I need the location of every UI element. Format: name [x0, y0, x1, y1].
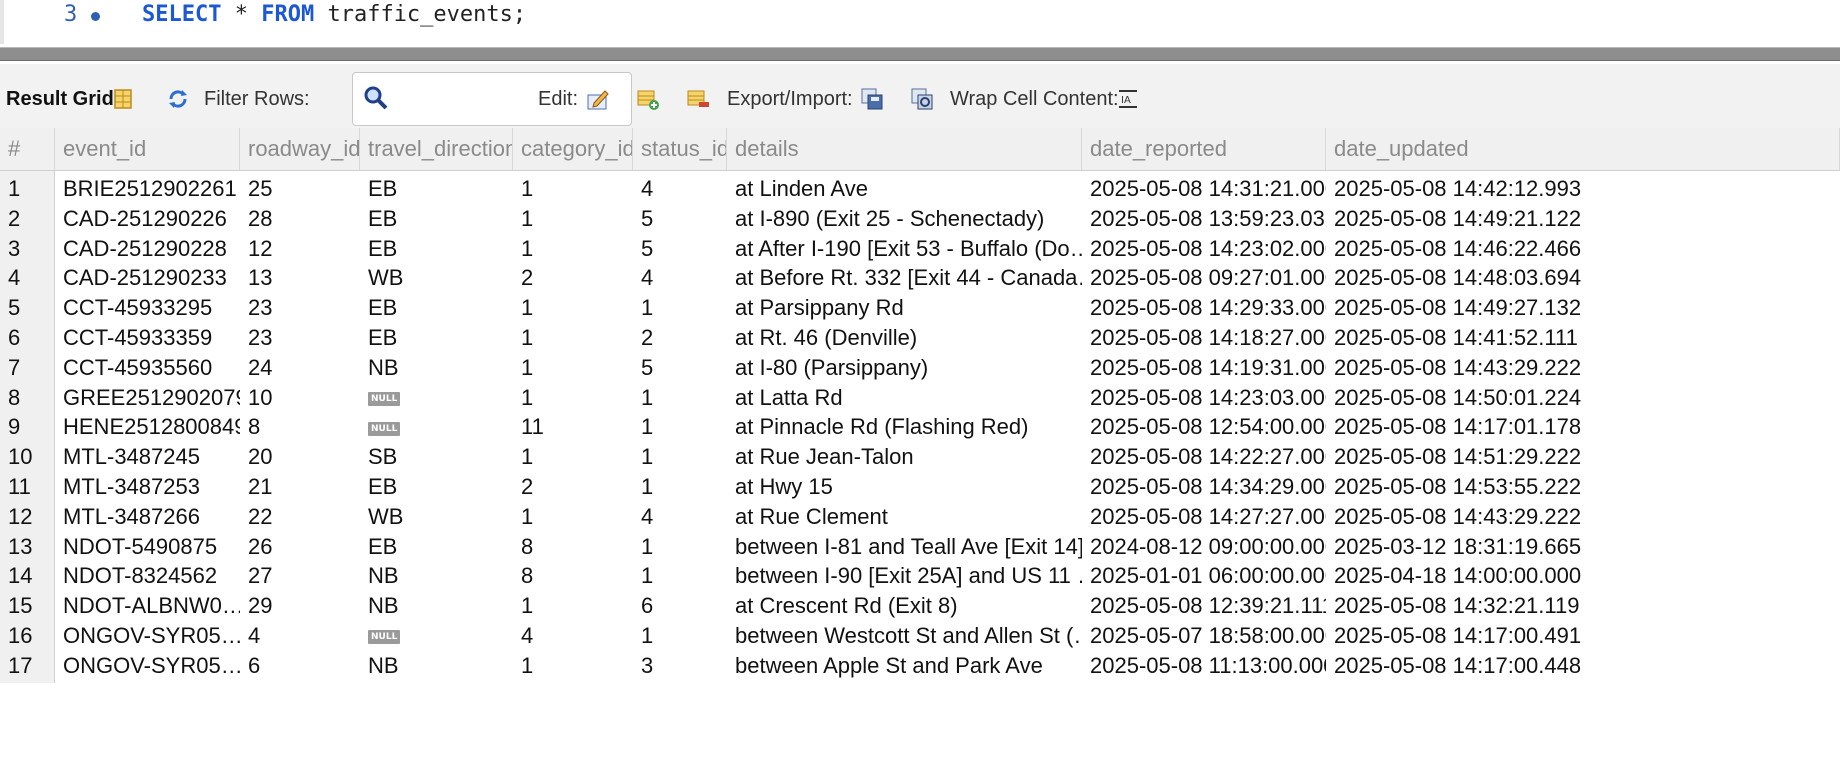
- cell-date-reported[interactable]: 2025-05-08 11:13:00.000: [1082, 648, 1326, 683]
- panel-splitter[interactable]: [0, 47, 1840, 61]
- cell-category-id[interactable]: 1: [513, 648, 633, 683]
- import-icon[interactable]: [910, 87, 934, 111]
- cell-roadway-id[interactable]: 6: [240, 648, 360, 683]
- export-import-label: Export/Import:: [727, 87, 853, 110]
- cell-date-updated[interactable]: 2025-05-08 14:17:00.448: [1326, 648, 1840, 683]
- cell-travel-direction[interactable]: NB: [360, 648, 513, 683]
- add-row-icon[interactable]: [636, 87, 660, 111]
- refresh-icon[interactable]: [166, 87, 190, 111]
- result-grid-header: # event_id roadway_id travel_direction categ…: [0, 128, 1840, 171]
- column-header-status-id[interactable]: status_id: [633, 128, 727, 170]
- wrap-text-icon[interactable]: IA: [1116, 87, 1140, 111]
- column-header-details[interactable]: details: [727, 128, 1082, 170]
- cell-details[interactable]: between Apple St and Park Ave: [727, 648, 1082, 683]
- wrap-cell-content-label: Wrap Cell Content:: [950, 87, 1119, 110]
- column-header-event-id[interactable]: event_id: [55, 128, 240, 170]
- sql-table-name: traffic_events;: [314, 2, 527, 27]
- cell-status-id[interactable]: 3: [633, 648, 727, 683]
- column-header-travel-direction[interactable]: travel_direction: [360, 128, 513, 170]
- column-header-date-reported[interactable]: date_reported: [1082, 128, 1326, 170]
- sql-statement[interactable]: SELECT * FROM traffic_events;: [142, 2, 526, 27]
- line-number: 3: [64, 2, 78, 27]
- cell-row-number[interactable]: 17: [0, 647, 55, 683]
- edit-cell-icon[interactable]: [586, 87, 610, 111]
- sql-star: *: [221, 2, 262, 27]
- column-header-date-updated[interactable]: date_updated: [1326, 128, 1840, 170]
- null-badge: NULL: [368, 630, 401, 645]
- export-icon[interactable]: [860, 87, 884, 111]
- sql-editor[interactable]: 3 SELECT * FROM traffic_events;: [0, 0, 1840, 44]
- result-toolbar: Result Grid Filter Rows: Edit: Export/Im…: [0, 64, 1840, 135]
- sql-keyword-from: FROM: [261, 2, 315, 27]
- column-header-row-number[interactable]: #: [0, 128, 55, 170]
- search-icon: [364, 86, 388, 110]
- column-header-category-id[interactable]: category_id: [513, 128, 633, 170]
- sql-keyword-select: SELECT: [142, 2, 222, 27]
- null-badge: NULL: [368, 421, 401, 436]
- grid-icon[interactable]: [112, 87, 136, 111]
- cell-event-id[interactable]: ONGOV-SYR05…: [55, 648, 240, 683]
- edit-label: Edit:: [538, 87, 579, 110]
- svg-text:IA: IA: [1121, 95, 1131, 106]
- table-row[interactable]: 17 ONGOV-SYR05… 6 NB 1 3 between Apple St and …: [0, 647, 1840, 683]
- result-grid-tab[interactable]: Result Grid: [6, 64, 114, 134]
- statement-marker-icon: [91, 12, 100, 21]
- delete-row-icon[interactable]: [686, 87, 710, 111]
- column-header-roadway-id[interactable]: roadway_id: [240, 128, 360, 170]
- null-badge: NULL: [368, 391, 401, 406]
- filter-rows-label: Filter Rows:: [204, 87, 310, 110]
